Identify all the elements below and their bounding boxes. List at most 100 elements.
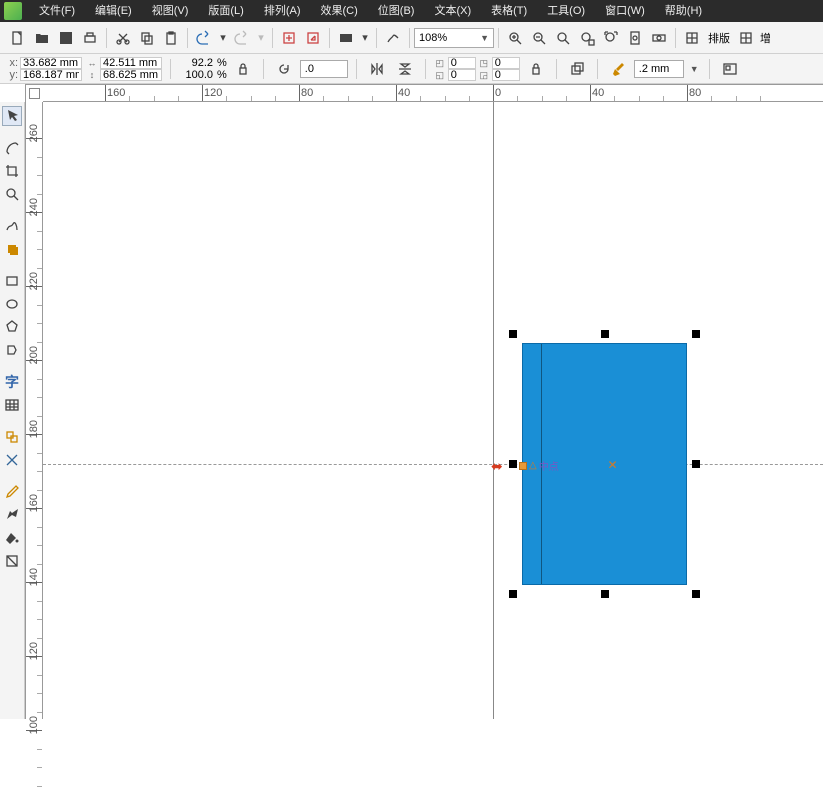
- menu-table[interactable]: 表格(T): [482, 0, 536, 22]
- zoom-selection-button[interactable]: [576, 27, 598, 49]
- mirror-v-button[interactable]: [394, 58, 416, 80]
- redo-button[interactable]: [231, 27, 253, 49]
- pick-tool[interactable]: [2, 106, 22, 126]
- page-boundary: [493, 102, 494, 719]
- vertical-ruler[interactable]: 260240220200180160140120100: [25, 102, 43, 719]
- width-input[interactable]: [100, 57, 162, 69]
- menu-layout[interactable]: 版面(L): [199, 0, 252, 22]
- rotation-icon: [273, 58, 295, 80]
- wrap-text-button[interactable]: [719, 58, 741, 80]
- menu-view[interactable]: 视图(V): [143, 0, 198, 22]
- zoom-tool[interactable]: [2, 184, 22, 204]
- table-tool[interactable]: [2, 395, 22, 415]
- options-button[interactable]: [735, 27, 757, 49]
- import-button[interactable]: [278, 27, 300, 49]
- menu-window[interactable]: 窗口(W): [596, 0, 654, 22]
- freehand-tool[interactable]: [2, 216, 22, 236]
- copy-button[interactable]: [136, 27, 158, 49]
- outline-tool[interactable]: [2, 505, 22, 525]
- height-input[interactable]: [100, 69, 162, 81]
- menu-tools[interactable]: 工具(O): [538, 0, 594, 22]
- welcome-screen-button[interactable]: [382, 27, 404, 49]
- menu-arrange[interactable]: 排列(A): [255, 0, 310, 22]
- ruler-origin[interactable]: [25, 84, 43, 102]
- selection-handle-tr[interactable]: [692, 330, 700, 338]
- outline-width-input[interactable]: [634, 60, 684, 78]
- corner-bl-icon: ◱: [434, 69, 446, 81]
- eyedropper-tool[interactable]: [2, 482, 22, 502]
- horizontal-ruler[interactable]: 160120804004080: [25, 84, 823, 102]
- x-position-input[interactable]: [20, 57, 82, 69]
- selection-handle-tm[interactable]: [601, 330, 609, 338]
- object-center-icon: ✕: [608, 458, 618, 472]
- dimension-tool[interactable]: [2, 427, 22, 447]
- corner-br-icon: ◲: [478, 69, 490, 81]
- open-button[interactable]: [31, 27, 53, 49]
- menu-bar: 文件(F) 编辑(E) 视图(V) 版面(L) 排列(A) 效果(C) 位图(B…: [0, 0, 823, 22]
- snap-arrow-icon: ⬌: [491, 458, 503, 475]
- selected-rectangle[interactable]: ✕ ⬌ △ 中点: [522, 343, 687, 585]
- crop-tool[interactable]: [2, 161, 22, 181]
- menu-effects[interactable]: 效果(C): [312, 0, 367, 22]
- snap-toggle-button[interactable]: [681, 27, 703, 49]
- smart-fill-tool[interactable]: [2, 239, 22, 259]
- selection-handle-bl[interactable]: [509, 590, 517, 598]
- horizontal-guide[interactable]: [43, 464, 823, 465]
- redo-dropdown[interactable]: ▾: [255, 27, 267, 49]
- shape-tool[interactable]: [2, 138, 22, 158]
- menu-bitmap[interactable]: 位图(B): [369, 0, 424, 22]
- selection-handle-mr[interactable]: [692, 460, 700, 468]
- save-button[interactable]: [55, 27, 77, 49]
- panel-label-2[interactable]: 增: [758, 30, 773, 46]
- zoom-in-button[interactable]: [504, 27, 526, 49]
- app-launcher-button[interactable]: [335, 27, 357, 49]
- menu-help[interactable]: 帮助(H): [656, 0, 711, 22]
- mirror-h-button[interactable]: [366, 58, 388, 80]
- export-button[interactable]: [302, 27, 324, 49]
- y-label: y:: [6, 69, 18, 81]
- to-front-button[interactable]: [566, 58, 588, 80]
- menu-file[interactable]: 文件(F): [30, 0, 84, 22]
- menu-text[interactable]: 文本(X): [425, 0, 480, 22]
- new-button[interactable]: [7, 27, 29, 49]
- drawing-canvas[interactable]: ✕ ⬌ △ 中点: [43, 102, 823, 719]
- zoom-width-button[interactable]: [648, 27, 670, 49]
- connector-tool[interactable]: [2, 450, 22, 470]
- text-tool[interactable]: 字: [2, 372, 22, 392]
- selection-handle-br[interactable]: [692, 590, 700, 598]
- selection-handle-tl[interactable]: [509, 330, 517, 338]
- corner-group: ◰◳ ◱◲: [434, 57, 520, 81]
- panel-label-1[interactable]: 排版: [704, 30, 734, 46]
- zoom-page-button[interactable]: [624, 27, 646, 49]
- fill-tool[interactable]: [2, 528, 22, 548]
- zoom-level-select[interactable]: 108% ▼: [414, 28, 494, 48]
- zoom-out-button[interactable]: [528, 27, 550, 49]
- ellipse-tool[interactable]: [2, 294, 22, 314]
- zoom-actual-button[interactable]: [552, 27, 574, 49]
- basic-shapes-tool[interactable]: [2, 340, 22, 360]
- print-button[interactable]: [79, 27, 101, 49]
- lock-ratio-button[interactable]: [232, 58, 254, 80]
- polygon-tool[interactable]: [2, 317, 22, 337]
- undo-button[interactable]: [193, 27, 215, 49]
- app-dropdown[interactable]: ▾: [359, 27, 371, 49]
- y-position-input[interactable]: [20, 69, 82, 81]
- rectangle-tool[interactable]: [2, 271, 22, 291]
- selection-handle-ml[interactable]: [509, 460, 517, 468]
- zoom-all-button[interactable]: [600, 27, 622, 49]
- menu-edit[interactable]: 编辑(E): [86, 0, 141, 22]
- scale-x-value[interactable]: 92.2: [179, 57, 215, 69]
- scale-y-value[interactable]: 100.0: [179, 69, 215, 81]
- paste-button[interactable]: [160, 27, 182, 49]
- cut-button[interactable]: [112, 27, 134, 49]
- corner-lock-button[interactable]: [525, 58, 547, 80]
- interactive-fill-tool[interactable]: [2, 551, 22, 571]
- outline-dropdown-icon[interactable]: ▼: [688, 64, 701, 74]
- corner-tl-input[interactable]: [448, 57, 476, 69]
- corner-bl-input[interactable]: [448, 69, 476, 81]
- corner-br-input[interactable]: [492, 69, 520, 81]
- undo-dropdown[interactable]: ▾: [217, 27, 229, 49]
- rotation-angle-input[interactable]: [300, 60, 348, 78]
- corner-tr-input[interactable]: [492, 57, 520, 69]
- selection-handle-bm[interactable]: [601, 590, 609, 598]
